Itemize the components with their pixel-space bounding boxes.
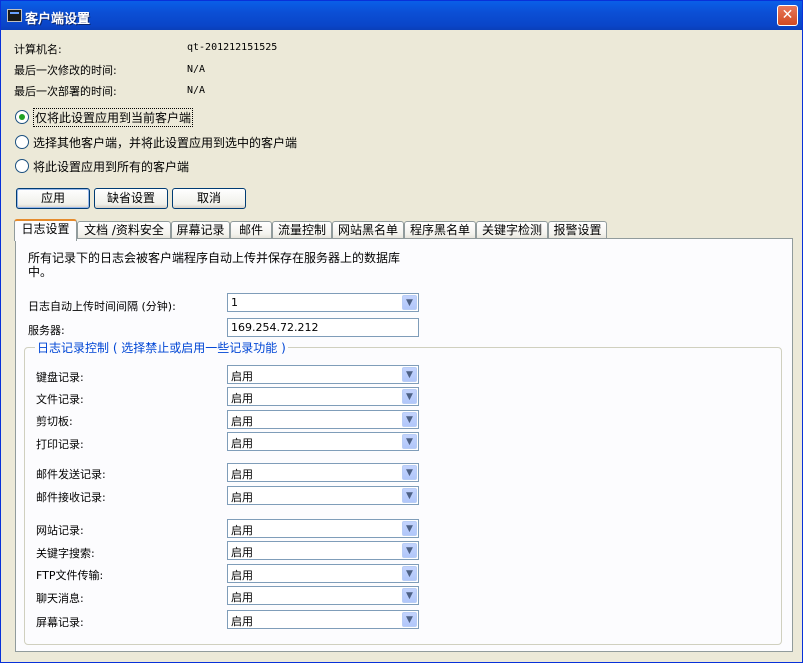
- tab-alarm-settings[interactable]: 报警设置: [548, 221, 607, 239]
- defaults-button[interactable]: 缺省设置: [94, 188, 168, 209]
- chat-log-label: 聊天消息:: [36, 592, 84, 605]
- mail-send-log-label: 邮件发送记录:: [36, 468, 106, 481]
- select-value: 启用: [231, 546, 253, 559]
- tab-program-blacklist[interactable]: 程序黑名单: [404, 221, 476, 239]
- computer-name-label: 计算机名:: [14, 43, 62, 56]
- keyword-search-log-label: 关键字搜索:: [36, 547, 95, 560]
- select-value: 启用: [231, 370, 253, 383]
- file-log-label: 文件记录:: [36, 393, 84, 406]
- radio-all-clients[interactable]: 将此设置应用到所有的客户端: [15, 158, 189, 174]
- print-log-select[interactable]: 启用 ▼: [227, 432, 419, 451]
- chevron-down-icon[interactable]: ▼: [402, 612, 417, 627]
- server-label: 服务器:: [28, 324, 65, 337]
- apply-button[interactable]: 应用: [16, 188, 90, 209]
- upload-interval-label: 日志自动上传时间间隔 (分钟):: [28, 300, 176, 313]
- chevron-down-icon[interactable]: ▼: [402, 434, 417, 449]
- radio-button[interactable]: [15, 110, 29, 124]
- chevron-down-icon[interactable]: ▼: [402, 588, 417, 603]
- keyboard-log-label: 键盘记录:: [36, 371, 84, 384]
- tab-keyword-detection[interactable]: 关键字检测: [476, 221, 548, 239]
- upload-interval-select[interactable]: 1 ▼: [227, 293, 419, 312]
- tab-log-settings[interactable]: 日志设置: [14, 219, 77, 241]
- tab-mail[interactable]: 邮件: [230, 221, 272, 239]
- log-description: 所有记录下的日志会被客户端程序自动上传并保存在服务器上的数据库中。: [28, 251, 401, 279]
- client-settings-window: 客户端设置 ✕ 计算机名: qt-201212151525 最后一次修改的时间:…: [0, 0, 803, 663]
- select-value: 启用: [231, 569, 253, 582]
- screen-log-select[interactable]: 启用 ▼: [227, 610, 419, 629]
- select-value: 1: [231, 296, 238, 309]
- title-bar[interactable]: 客户端设置 ✕: [1, 1, 802, 30]
- file-log-select[interactable]: 启用 ▼: [227, 387, 419, 406]
- keyword-search-log-select[interactable]: 启用 ▼: [227, 541, 419, 560]
- select-value: 启用: [231, 437, 253, 450]
- chevron-down-icon[interactable]: ▼: [402, 389, 417, 404]
- radio-selected-clients[interactable]: 选择其他客户端，并将此设置应用到选中的客户端: [15, 134, 297, 150]
- chevron-down-icon[interactable]: ▼: [402, 566, 417, 581]
- select-value: 启用: [231, 415, 253, 428]
- clipboard-log-select[interactable]: 启用 ▼: [227, 410, 419, 429]
- last-deployed-value: N/A: [187, 85, 206, 96]
- mail-receive-log-select[interactable]: 启用 ▼: [227, 486, 419, 505]
- chevron-down-icon[interactable]: ▼: [402, 295, 417, 310]
- mail-send-log-select[interactable]: 启用 ▼: [227, 463, 419, 482]
- select-value: 启用: [231, 491, 253, 504]
- mail-receive-log-label: 邮件接收记录:: [36, 491, 106, 504]
- screen-log-label: 屏幕记录:: [36, 616, 84, 629]
- website-log-select[interactable]: 启用 ▼: [227, 519, 419, 538]
- window-title: 客户端设置: [25, 12, 91, 27]
- select-value: 启用: [231, 392, 253, 405]
- radio-label: 仅将此设置应用到当前客户端: [33, 107, 194, 127]
- select-value: 启用: [231, 591, 253, 604]
- keyboard-log-select[interactable]: 启用 ▼: [227, 365, 419, 384]
- ftp-log-label: FTP文件传输:: [36, 569, 104, 582]
- chevron-down-icon[interactable]: ▼: [402, 465, 417, 480]
- chevron-down-icon[interactable]: ▼: [402, 367, 417, 382]
- select-value: 启用: [231, 524, 253, 537]
- select-value: 启用: [231, 615, 253, 628]
- select-value: 启用: [231, 468, 253, 481]
- cancel-button[interactable]: 取消: [172, 188, 246, 209]
- tab-screen-record[interactable]: 屏幕记录: [171, 221, 230, 239]
- close-button[interactable]: ✕: [777, 5, 798, 26]
- chevron-down-icon[interactable]: ▼: [402, 488, 417, 503]
- chat-log-select[interactable]: 启用 ▼: [227, 586, 419, 605]
- website-log-label: 网站记录:: [36, 524, 84, 537]
- radio-button[interactable]: [15, 135, 29, 149]
- log-settings-panel: 所有记录下的日志会被客户端程序自动上传并保存在服务器上的数据库中。 日志自动上传…: [15, 238, 793, 652]
- last-deployed-label: 最后一次部署的时间:: [14, 85, 117, 98]
- tab-traffic-control[interactable]: 流量控制: [272, 221, 332, 239]
- radio-button[interactable]: [15, 159, 29, 173]
- last-modified-value: N/A: [187, 64, 206, 75]
- radio-label: 选择其他客户端，并将此设置应用到选中的客户端: [33, 135, 298, 150]
- log-control-group-title: 日志记录控制 ( 选择禁止或启用一些记录功能 ): [35, 339, 288, 356]
- tab-website-blacklist[interactable]: 网站黑名单: [332, 221, 404, 239]
- chevron-down-icon[interactable]: ▼: [402, 521, 417, 536]
- chevron-down-icon[interactable]: ▼: [402, 543, 417, 558]
- radio-current-client[interactable]: 仅将此设置应用到当前客户端: [15, 107, 194, 127]
- window-icon: [7, 9, 22, 22]
- ftp-log-select[interactable]: 启用 ▼: [227, 564, 419, 583]
- chevron-down-icon[interactable]: ▼: [402, 412, 417, 427]
- server-input[interactable]: 169.254.72.212: [227, 318, 419, 337]
- radio-label: 将此设置应用到所有的客户端: [33, 159, 190, 174]
- clipboard-log-label: 剪切板:: [36, 415, 73, 428]
- tab-document-security[interactable]: 文档 /资料安全: [77, 221, 171, 239]
- last-modified-label: 最后一次修改的时间:: [14, 64, 117, 77]
- print-log-label: 打印记录:: [36, 438, 84, 451]
- computer-name-value: qt-201212151525: [187, 42, 278, 53]
